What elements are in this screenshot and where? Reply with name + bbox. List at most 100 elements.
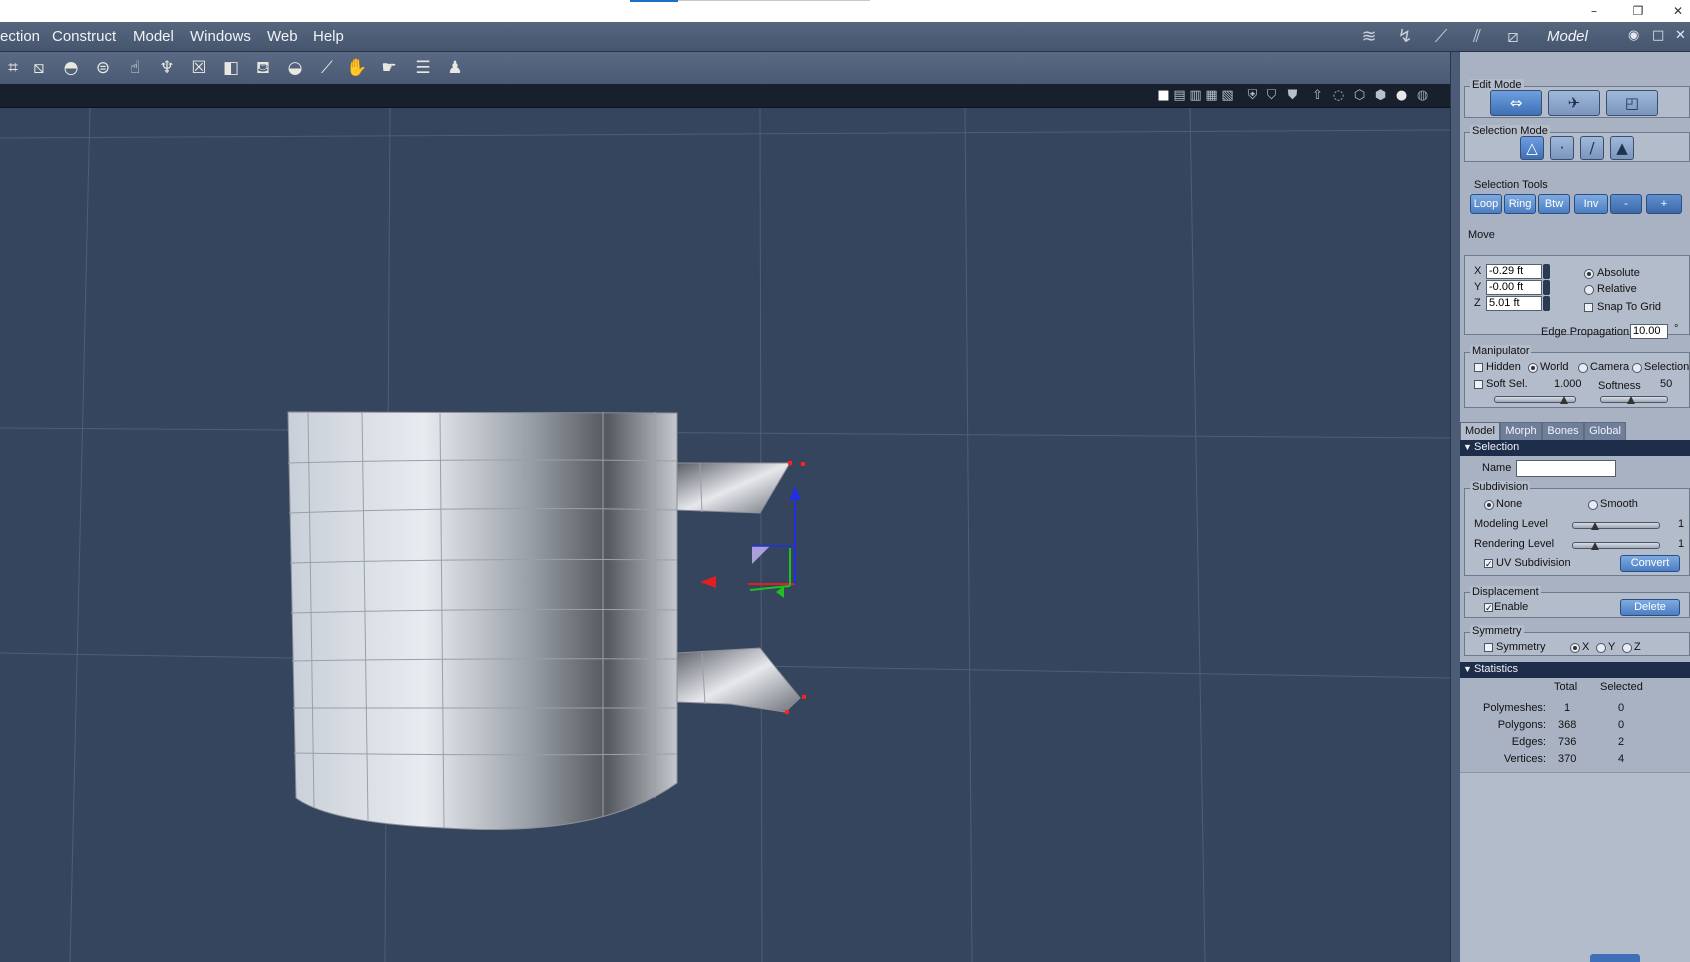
hand-point-icon[interactable]: ☛ <box>376 56 402 80</box>
vertex-tool-icon[interactable]: ⌗ <box>0 56 26 80</box>
arrow-up-icon[interactable]: ⇧ <box>1309 87 1326 104</box>
soft-sel-slider-knob[interactable] <box>1560 394 1568 404</box>
hand-shape-icon[interactable]: ☝ <box>122 56 148 80</box>
softness-slider-knob[interactable] <box>1627 394 1635 404</box>
y-value-field[interactable]: -0.00 ft <box>1486 280 1542 295</box>
rendering-level-knob[interactable] <box>1591 540 1599 550</box>
symmetry-x-radio[interactable] <box>1570 643 1580 653</box>
tab-model[interactable]: Model <box>1460 422 1500 440</box>
symmetry-checkbox[interactable] <box>1484 643 1493 652</box>
symmetry-y-radio[interactable] <box>1596 643 1606 653</box>
cloth-room-icon[interactable]: ⧄ <box>1500 26 1526 48</box>
edit-mode-bone-button[interactable]: ✈ <box>1548 90 1600 116</box>
bowl-icon[interactable]: ◒ <box>282 56 308 80</box>
sphere-icon[interactable]: ● <box>1393 87 1410 104</box>
close-window-icon[interactable]: ✕ <box>1668 3 1688 19</box>
menu-web[interactable]: Web <box>267 28 298 45</box>
edge-propagation-field[interactable]: 10.00 <box>1630 324 1668 339</box>
frame-tool-icon[interactable]: ⧅ <box>26 56 52 80</box>
select-face-button[interactable]: ▲ <box>1610 136 1634 160</box>
three-view-icon[interactable]: ▥ <box>1187 87 1204 104</box>
between-button[interactable]: Btw <box>1538 194 1570 214</box>
menu-model[interactable]: Model <box>133 28 174 45</box>
custom-view-icon[interactable]: ▧ <box>1219 87 1236 104</box>
select-edge-button[interactable]: / <box>1580 136 1604 160</box>
menu-windows[interactable]: Windows <box>190 28 251 45</box>
hair-room-icon[interactable]: ⫽ <box>1464 26 1490 48</box>
dome-icon[interactable]: ◓ <box>58 56 84 80</box>
dotted-sphere-icon[interactable]: ◌ <box>1330 87 1347 104</box>
rendering-level-slider[interactable] <box>1572 540 1660 550</box>
modeling-level-slider[interactable] <box>1572 520 1660 530</box>
loop-button[interactable]: Loop <box>1470 194 1502 214</box>
bag-icon[interactable]: ⛾ <box>250 56 276 80</box>
edit-mode-uv-button[interactable]: ◰ <box>1606 90 1658 116</box>
eye-icon[interactable]: ◉ <box>1628 28 1639 43</box>
close-icon[interactable]: ✕ <box>1675 28 1686 43</box>
softness-slider[interactable] <box>1600 394 1668 404</box>
hand-move-icon[interactable]: ✋ <box>344 56 370 80</box>
delete-displacement-button[interactable]: Delete <box>1620 599 1680 616</box>
z-spinner[interactable] <box>1543 296 1550 311</box>
camera-radio[interactable] <box>1578 363 1588 373</box>
uv-subdivision-checkbox[interactable]: ✓ <box>1484 559 1493 569</box>
menu-help[interactable]: Help <box>313 28 344 45</box>
figure-icon[interactable]: ♟ <box>442 56 468 80</box>
goblet-icon[interactable]: ♆ <box>154 56 180 80</box>
snap-to-grid-checkbox[interactable] <box>1584 303 1593 312</box>
invert-button[interactable]: Inv <box>1574 194 1608 214</box>
world-radio[interactable] <box>1528 363 1538 373</box>
menu-selection[interactable]: ection <box>0 28 40 45</box>
cylinder-shape-icon[interactable]: ⊜ <box>90 56 116 80</box>
box-frame-icon[interactable]: ☒ <box>186 56 212 80</box>
statistics-header[interactable]: ▼ Statistics <box>1460 662 1690 678</box>
subdivision-none-radio[interactable] <box>1484 500 1494 510</box>
select-polygon-button[interactable]: △ <box>1520 136 1544 160</box>
absolute-radio[interactable] <box>1584 269 1594 279</box>
wire-cube-icon[interactable]: ⬡ <box>1351 87 1368 104</box>
select-vertex-button[interactable]: · <box>1550 136 1574 160</box>
pose-room-icon[interactable]: ≋ <box>1356 26 1382 48</box>
panel-splitter[interactable] <box>1450 52 1460 962</box>
maximize-icon[interactable]: □ <box>1652 28 1664 43</box>
x-spinner[interactable] <box>1543 264 1550 279</box>
shrink-selection-button[interactable]: - <box>1610 194 1642 214</box>
shield-dot-icon[interactable]: ⛊ <box>1284 87 1301 104</box>
shaded-cube-icon[interactable]: ⬢ <box>1372 87 1389 104</box>
convert-button[interactable]: Convert <box>1620 555 1680 572</box>
restore-icon[interactable]: ❐ <box>1628 3 1648 19</box>
material-room-icon[interactable]: ↯ <box>1392 26 1418 48</box>
relative-radio[interactable] <box>1584 285 1594 295</box>
symmetry-z-radio[interactable] <box>1622 643 1632 653</box>
menu-construct[interactable]: Construct <box>52 28 116 45</box>
four-view-icon[interactable]: ▦ <box>1203 87 1220 104</box>
3d-viewport[interactable] <box>0 108 1450 962</box>
ring-button[interactable]: Ring <box>1504 194 1536 214</box>
hidden-checkbox[interactable] <box>1474 363 1483 372</box>
selection-radio[interactable] <box>1632 363 1642 373</box>
shield-icon[interactable]: ⛨ <box>1244 87 1261 104</box>
name-field[interactable] <box>1516 460 1616 477</box>
shield-outline-icon[interactable]: ⛉ <box>1263 87 1280 104</box>
subdivision-smooth-radio[interactable] <box>1588 500 1598 510</box>
face-room-icon[interactable]: ⟋ <box>1428 26 1454 48</box>
minimize-icon[interactable]: – <box>1584 3 1604 19</box>
two-view-icon[interactable]: ▤ <box>1171 87 1188 104</box>
knife-icon[interactable]: ⟋ <box>314 56 340 80</box>
grow-selection-button[interactable]: + <box>1646 194 1682 214</box>
y-spinner[interactable] <box>1543 280 1550 295</box>
edit-mode-mesh-button[interactable]: ⇔ <box>1490 90 1542 116</box>
cube-icon[interactable]: ◧ <box>218 56 244 80</box>
tab-bones[interactable]: Bones <box>1542 422 1584 440</box>
z-value-field[interactable]: 5.01 ft <box>1486 296 1542 311</box>
soft-sel-checkbox[interactable] <box>1474 380 1483 389</box>
selection-header[interactable]: ▼ Selection <box>1460 440 1690 456</box>
tab-global[interactable]: Global <box>1584 422 1626 440</box>
modeling-level-knob[interactable] <box>1591 520 1599 530</box>
textured-sphere-icon[interactable]: ◍ <box>1414 87 1431 104</box>
single-view-icon[interactable]: ■ <box>1155 87 1172 104</box>
tab-morph[interactable]: Morph <box>1500 422 1542 440</box>
layers-icon[interactable]: ☰ <box>410 56 436 80</box>
panel-bottom-handle[interactable] <box>1590 954 1640 962</box>
soft-sel-slider[interactable] <box>1494 394 1576 404</box>
